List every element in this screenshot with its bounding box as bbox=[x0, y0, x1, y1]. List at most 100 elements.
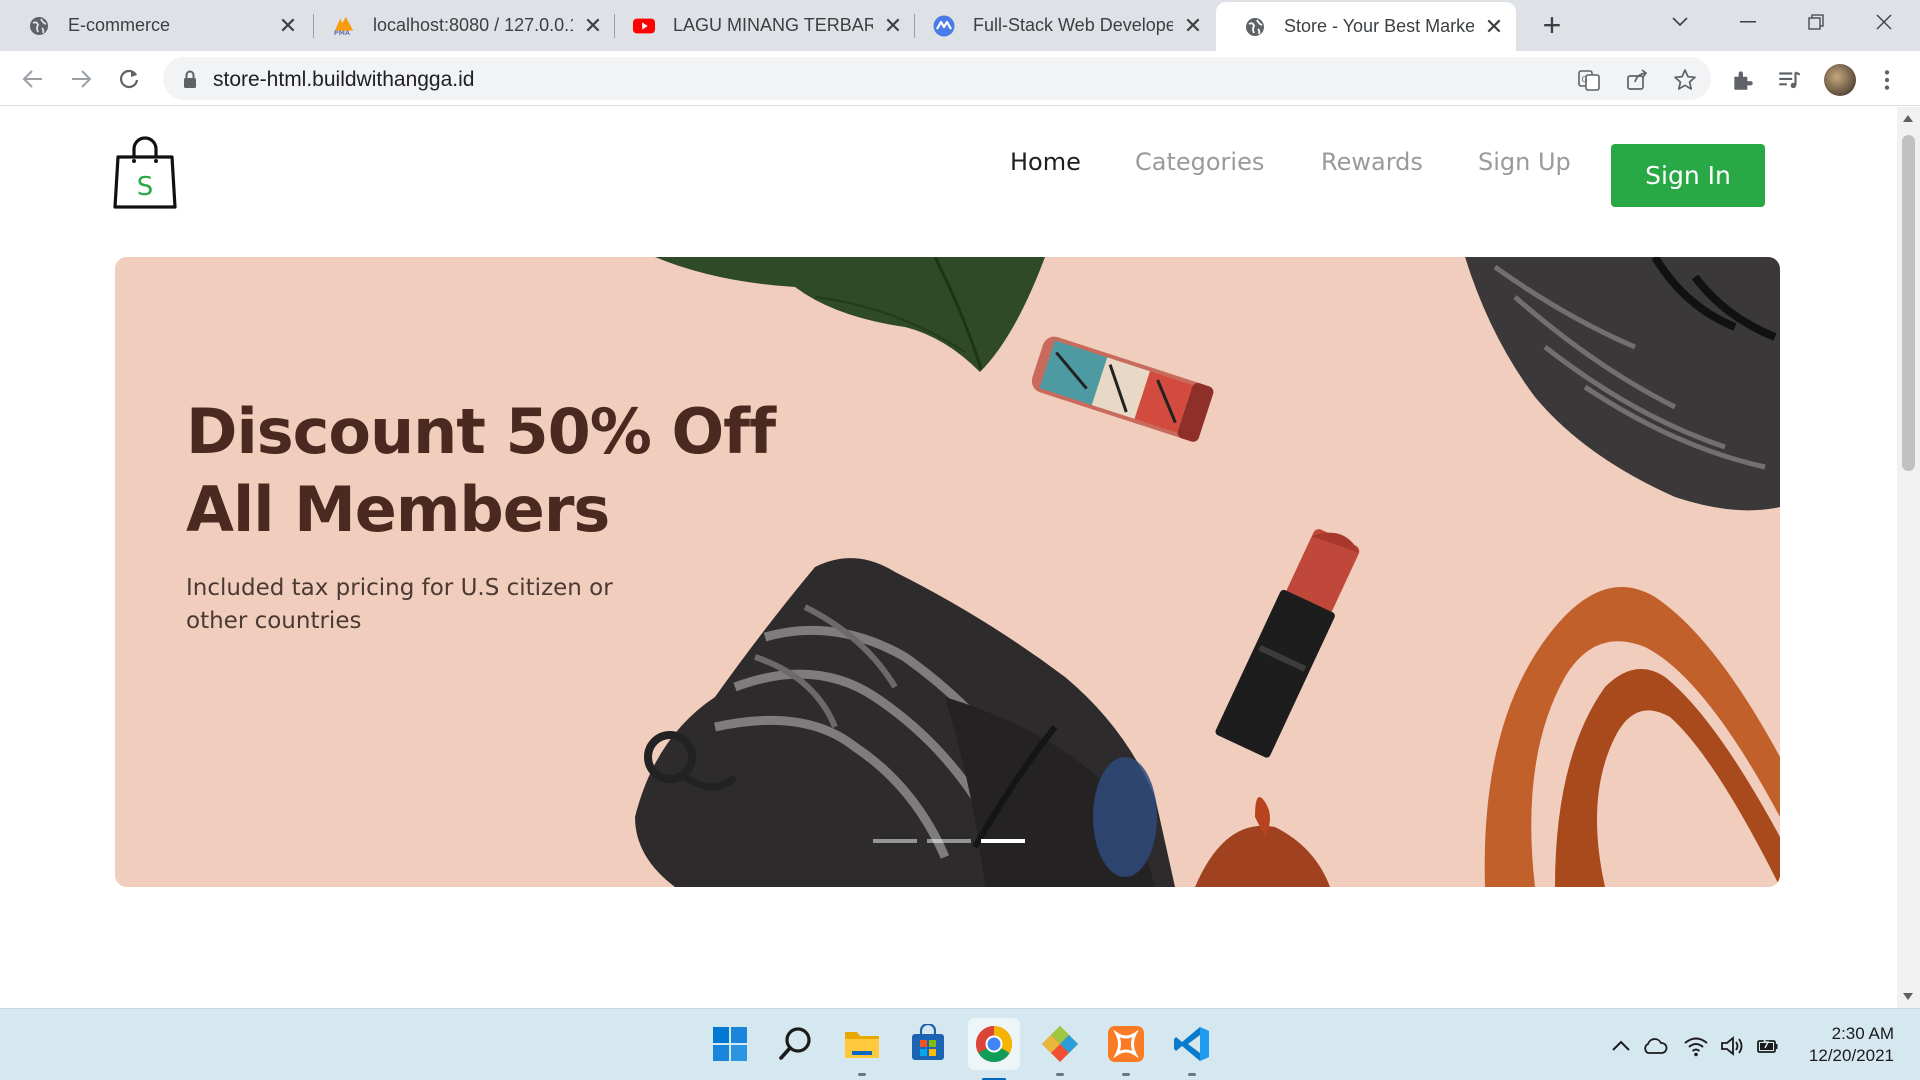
logo-letter: S bbox=[137, 172, 154, 202]
close-window-button[interactable] bbox=[1854, 0, 1914, 44]
close-tab-icon[interactable]: ✕ bbox=[278, 13, 298, 39]
start-button[interactable] bbox=[710, 1024, 750, 1064]
hero-headline: Discount 50% Off All Members bbox=[186, 393, 886, 549]
nav-categories[interactable]: Categories bbox=[1135, 148, 1264, 176]
taskbar-vscode[interactable] bbox=[1172, 1024, 1212, 1076]
arrow-left-icon bbox=[22, 70, 42, 88]
forward-button[interactable] bbox=[64, 62, 98, 96]
taskbar-xampp[interactable] bbox=[1106, 1024, 1146, 1076]
signin-button[interactable]: Sign In bbox=[1611, 144, 1765, 207]
microsoft-store-icon bbox=[912, 1022, 944, 1060]
arrow-right-icon bbox=[72, 70, 92, 88]
onedrive-cloud-icon[interactable] bbox=[1642, 1033, 1668, 1059]
hero-headline-line1: Discount 50% Off bbox=[186, 395, 776, 468]
taskbar-file-explorer[interactable] bbox=[842, 1024, 882, 1076]
browser-window: E-commerce ✕ PMA localhost:8080 / 127.0.… bbox=[0, 0, 1920, 1080]
tab-title: LAGU MINANG TERBARU bbox=[673, 15, 873, 35]
bookmark-star-icon[interactable] bbox=[1673, 68, 1697, 92]
scroll-down-arrow[interactable] bbox=[1903, 993, 1913, 1000]
lock-icon bbox=[184, 70, 196, 88]
translate-icon[interactable]: G bbox=[1577, 68, 1601, 92]
svg-text:G: G bbox=[1582, 75, 1588, 84]
chrome-icon bbox=[975, 1026, 1013, 1063]
start-icon bbox=[713, 1027, 747, 1061]
logo-icon bbox=[933, 15, 955, 37]
taskbar-search-button[interactable] bbox=[776, 1024, 816, 1064]
running-indicator bbox=[1122, 1073, 1130, 1076]
media-control-icon[interactable] bbox=[1776, 67, 1802, 93]
nav-rewards[interactable]: Rewards bbox=[1321, 148, 1423, 176]
scrollbar-thumb[interactable] bbox=[1902, 135, 1915, 471]
url-text: store-html.buildwithangga.id bbox=[213, 68, 475, 91]
browser-toolbar: store-html.buildwithangga.id G bbox=[0, 51, 1920, 106]
restore-button[interactable] bbox=[1786, 0, 1846, 44]
scroll-up-arrow[interactable] bbox=[1903, 115, 1913, 122]
chevron-up-icon[interactable] bbox=[1608, 1033, 1634, 1059]
taskbar-microsoft-store[interactable] bbox=[908, 1022, 948, 1064]
minimize-button[interactable] bbox=[1718, 0, 1778, 44]
close-tab-icon[interactable]: ✕ bbox=[883, 13, 903, 39]
system-clock[interactable]: 2:30 AM 12/20/2021 bbox=[1798, 1023, 1894, 1067]
windows-taskbar: 2:30 AM 12/20/2021 bbox=[0, 1008, 1920, 1080]
tab-strip: E-commerce ✕ PMA localhost:8080 / 127.0.… bbox=[0, 0, 1920, 51]
tab-phpmyadmin[interactable]: PMA localhost:8080 / 127.0.0.1 ✕ bbox=[305, 0, 615, 51]
svg-text:PMA: PMA bbox=[334, 29, 350, 37]
share-icon[interactable] bbox=[1625, 68, 1649, 92]
tab-youtube[interactable]: LAGU MINANG TERBARU ✕ bbox=[605, 0, 915, 51]
new-tab-button[interactable]: + bbox=[1534, 8, 1570, 44]
tab-title: localhost:8080 / 127.0.0.1 bbox=[373, 15, 573, 35]
chevron-down-icon bbox=[1672, 17, 1688, 27]
xampp-icon bbox=[1108, 1026, 1144, 1062]
store-logo[interactable]: S bbox=[112, 135, 178, 211]
volume-icon[interactable] bbox=[1719, 1033, 1745, 1059]
carousel-indicator-2[interactable] bbox=[927, 839, 971, 843]
phpmyadmin-icon: PMA bbox=[333, 15, 355, 37]
tab-fullstack[interactable]: Full-Stack Web Developer ✕ bbox=[905, 0, 1215, 51]
page-viewport: S Home Categories Rewards Sign Up Sign I… bbox=[0, 107, 1897, 1008]
globe-icon bbox=[1244, 16, 1266, 38]
extensions-icon[interactable] bbox=[1730, 67, 1756, 93]
taskbar-chrome[interactable] bbox=[968, 1018, 1020, 1080]
reload-button[interactable] bbox=[112, 62, 146, 96]
profile-avatar[interactable] bbox=[1824, 64, 1856, 96]
clock-time: 2:30 AM bbox=[1831, 1024, 1894, 1043]
running-indicator bbox=[858, 1073, 866, 1076]
hero-subtitle: Included tax pricing for U.S citizen or … bbox=[186, 575, 613, 634]
git-icon bbox=[1042, 1026, 1078, 1062]
minimize-icon bbox=[1740, 21, 1756, 23]
wifi-icon[interactable] bbox=[1683, 1033, 1709, 1059]
nav-signup[interactable]: Sign Up bbox=[1478, 148, 1571, 176]
close-tab-icon[interactable]: ✕ bbox=[1183, 13, 1203, 39]
taskbar-git[interactable] bbox=[1040, 1024, 1080, 1076]
tab-title: Full-Stack Web Developer bbox=[973, 15, 1173, 35]
tab-title: Store - Your Best Marketplace bbox=[1284, 16, 1474, 36]
restore-icon bbox=[1808, 14, 1824, 30]
nav-home[interactable]: Home bbox=[1010, 148, 1081, 176]
running-indicator bbox=[1056, 1073, 1064, 1076]
tab-ecommerce[interactable]: E-commerce ✕ bbox=[0, 0, 310, 51]
address-bar[interactable]: store-html.buildwithangga.id G bbox=[163, 57, 1711, 100]
globe-icon bbox=[28, 15, 50, 37]
carousel-indicator-3[interactable] bbox=[981, 839, 1025, 843]
tab-title: E-commerce bbox=[68, 15, 171, 35]
vscode-icon bbox=[1174, 1027, 1209, 1061]
shopping-bag-icon: S bbox=[113, 136, 177, 209]
menu-kebab-icon[interactable] bbox=[1874, 67, 1900, 93]
close-icon bbox=[1876, 14, 1892, 30]
close-tab-icon[interactable]: ✕ bbox=[583, 13, 603, 39]
running-indicator bbox=[1188, 1073, 1196, 1076]
back-button[interactable] bbox=[16, 62, 50, 96]
file-explorer-icon bbox=[845, 1032, 879, 1058]
carousel-indicators bbox=[873, 839, 1025, 843]
tab-store[interactable]: Store - Your Best Marketplace ✕ bbox=[1216, 2, 1516, 51]
youtube-icon bbox=[633, 15, 655, 37]
battery-charging-icon[interactable] bbox=[1755, 1033, 1781, 1059]
close-tab-icon[interactable]: ✕ bbox=[1484, 14, 1504, 40]
tab-search-button[interactable] bbox=[1650, 0, 1710, 44]
carousel-indicator-1[interactable] bbox=[873, 839, 917, 843]
hero-carousel[interactable]: Discount 50% Off All Members Included ta… bbox=[115, 257, 1780, 887]
hero-headline-line2: All Members bbox=[186, 473, 610, 546]
reload-icon bbox=[119, 69, 139, 89]
page-scrollbar[interactable] bbox=[1897, 107, 1920, 1008]
search-icon bbox=[779, 1027, 811, 1060]
